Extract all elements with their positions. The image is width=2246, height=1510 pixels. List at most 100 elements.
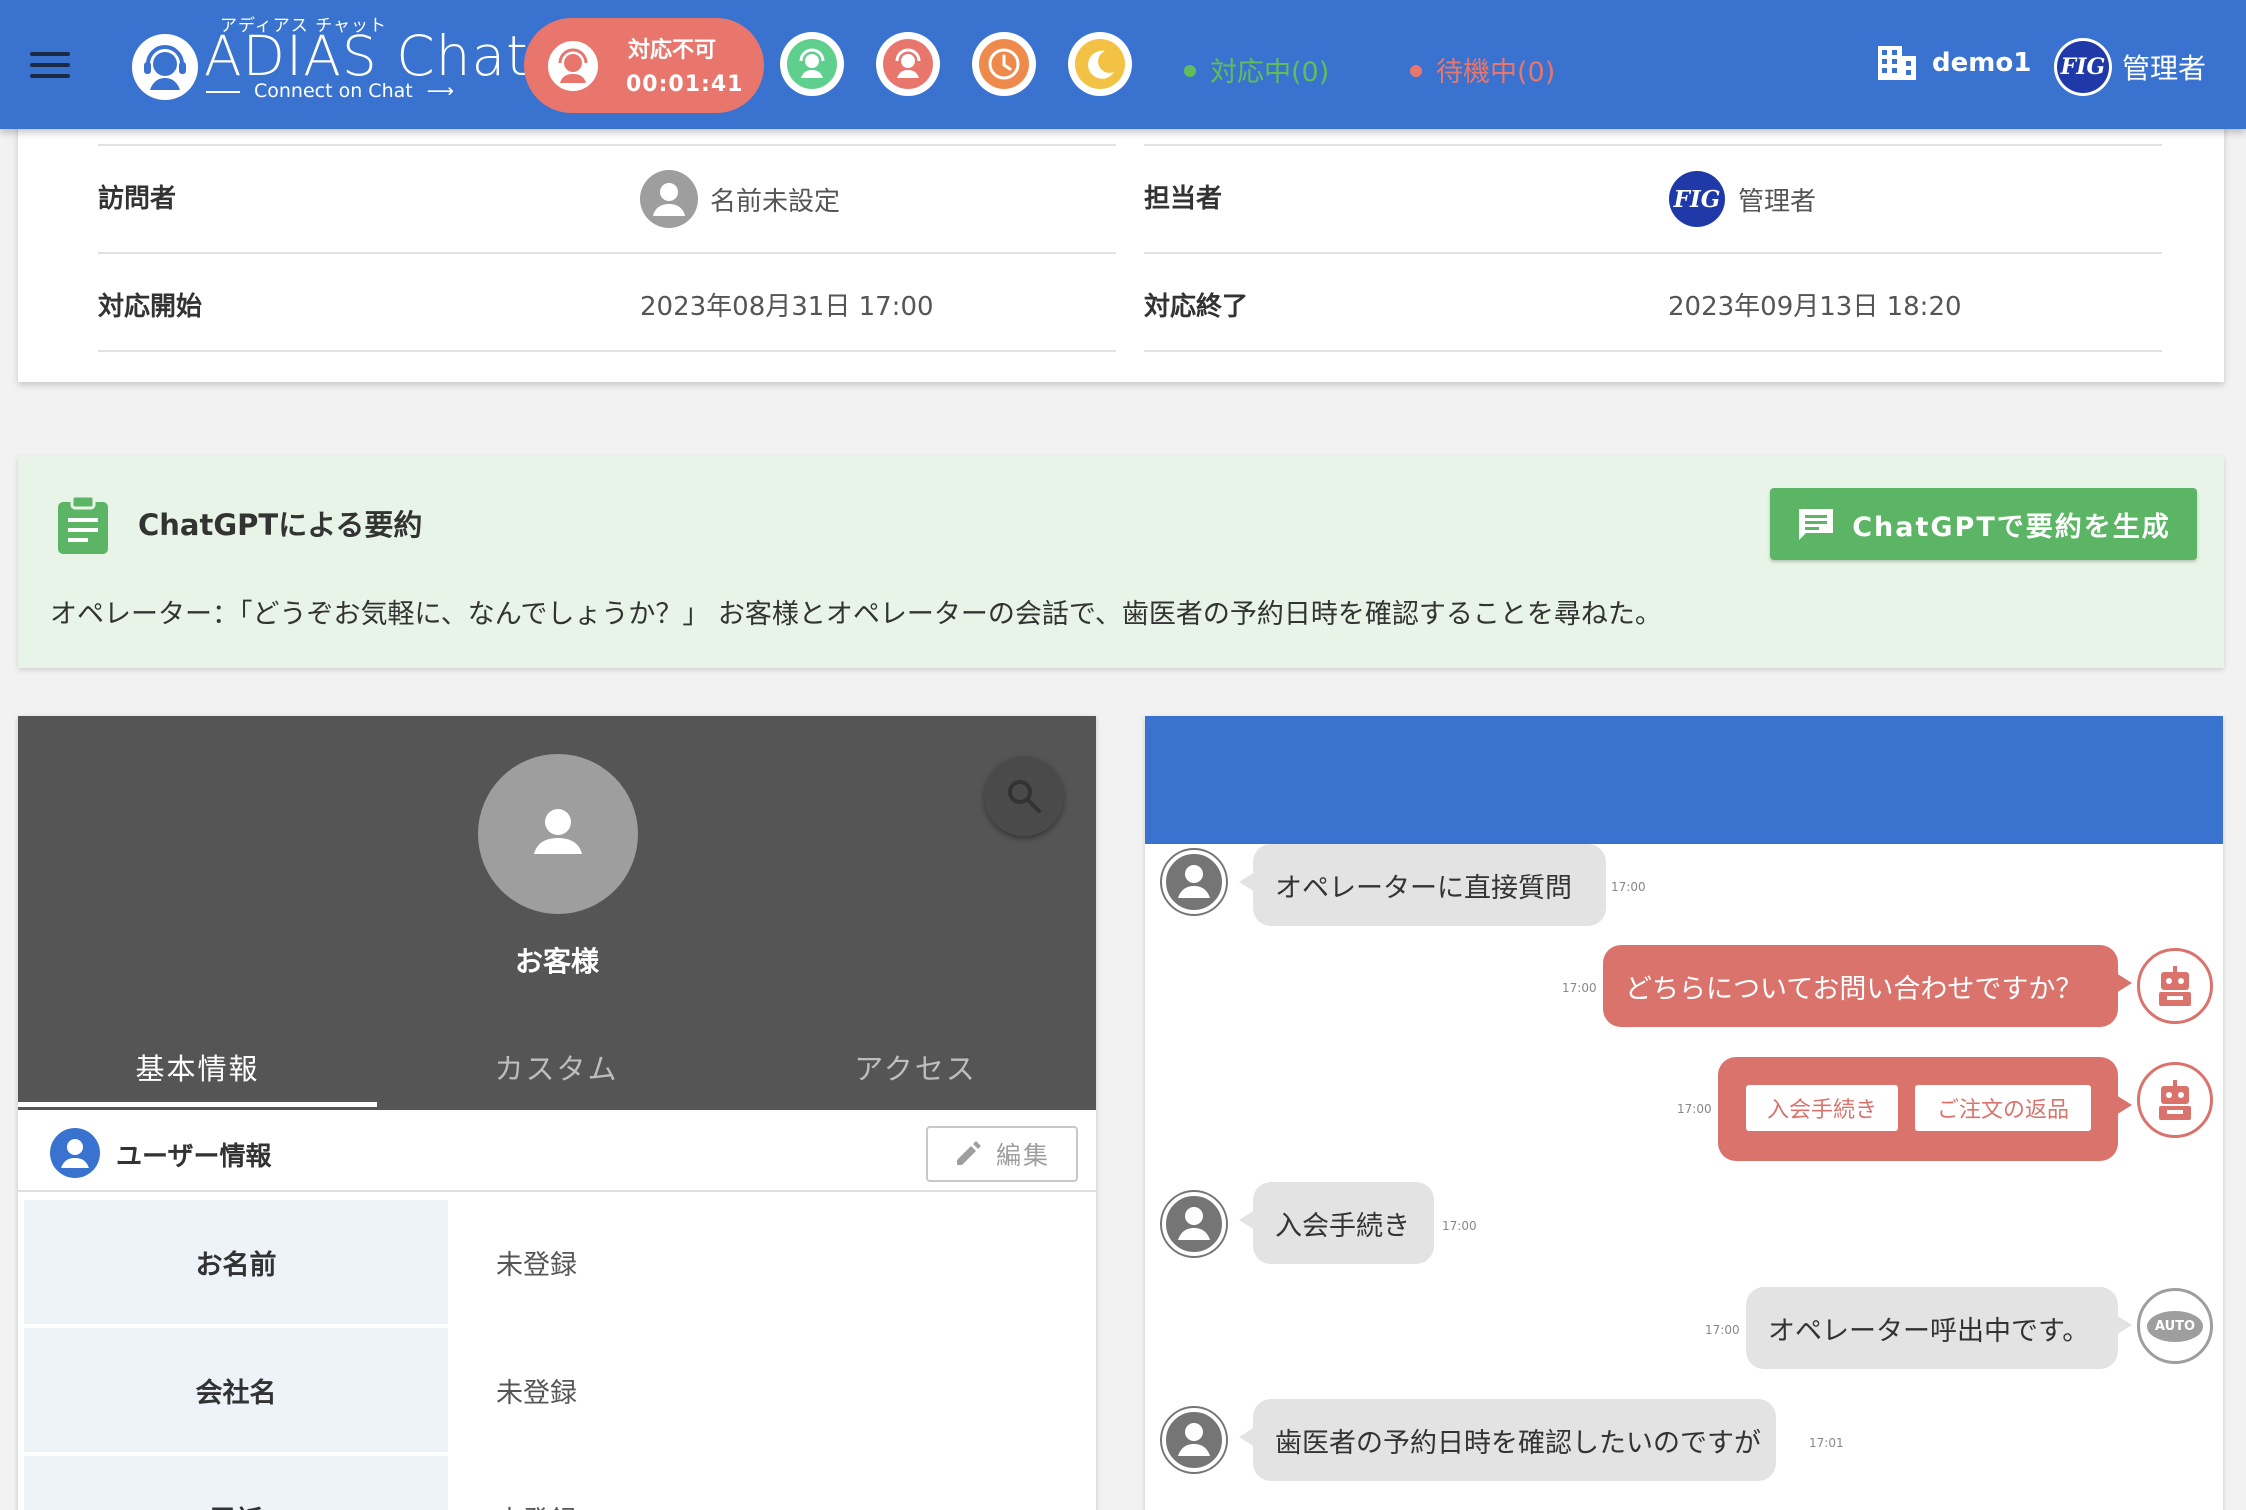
robot-icon: [2137, 948, 2213, 1024]
visitor-name: 名前未設定: [710, 186, 841, 217]
waiting-count-label: 待機中(0): [1436, 57, 1556, 88]
waiting-count[interactable]: 待機中(0): [1410, 50, 1555, 89]
customer-avatar-icon: [1160, 1406, 1228, 1474]
user-info-title: ユーザー情報: [116, 1142, 272, 1172]
arrow-right-icon: ⟶: [426, 80, 454, 102]
status-toggle-button[interactable]: 対応不可 00:01:41: [524, 18, 764, 113]
generate-summary-label: ChatGPTで要約を生成: [1852, 511, 2171, 543]
building-icon: [1878, 46, 1916, 80]
active-count-label: 対応中(0): [1210, 57, 1330, 88]
chat-message: オペレーター呼出中です。: [1746, 1287, 2132, 1369]
search-icon: [1008, 780, 1041, 813]
operator-unavailable-icon: [544, 37, 602, 95]
status-timer: 00:01:41: [626, 72, 744, 97]
logo-tagline-text: Connect on Chat: [254, 80, 413, 102]
visitor-avatar-icon: [640, 170, 698, 228]
visitor-label: 訪問者: [98, 184, 177, 214]
generate-summary-button[interactable]: ChatGPTで要約を生成: [1770, 488, 2197, 560]
status-dot-icon: [1410, 64, 1422, 77]
field-label: 電話: [24, 1456, 448, 1510]
clipboard-icon: [58, 494, 108, 554]
tab-access[interactable]: アクセス: [736, 1046, 1095, 1088]
auto-reply-icon: AUTO: [2137, 1288, 2213, 1364]
assignee-avatar: FIG: [1668, 170, 1726, 228]
customer-panel: お客様 基本情報 カスタム アクセス ユーザー情報 編集 お名前 未登録 会社名…: [18, 716, 1096, 1510]
chat-message: どちらについてお問い合わせですか？: [1603, 945, 2132, 1027]
field-label: 会社名: [24, 1328, 448, 1452]
logo-title: ADIAS Chat: [204, 24, 529, 88]
tab-custom[interactable]: カスタム: [377, 1046, 736, 1088]
message-time: 17:00: [1677, 1102, 1712, 1116]
customer-search-button[interactable]: [984, 756, 1064, 836]
message-time: 17:00: [1611, 880, 1646, 894]
field-row-company: 会社名 未登録: [24, 1328, 1090, 1452]
message-time: 17:00: [1705, 1323, 1740, 1337]
operator-available-icon: [787, 39, 837, 89]
tenant-name: demo1: [1932, 48, 2032, 78]
visitor-value: 名前未設定: [640, 170, 840, 228]
active-tab-indicator: [18, 1102, 377, 1107]
customer-name: お客様: [514, 945, 599, 978]
chat-message: オペレーターに直接質問: [1239, 844, 1606, 926]
set-unavailable-button[interactable]: [876, 32, 940, 96]
moon-icon: [1075, 39, 1125, 89]
logo-tagline: Connect on Chat ⟶: [206, 80, 454, 102]
start-row: 対応開始 2023年08月31日 17:00: [98, 256, 1116, 352]
status-label: 対応不可: [628, 38, 717, 63]
summary-title: ChatGPTによる要約: [138, 508, 423, 542]
customer-avatar-icon: [1160, 848, 1228, 916]
start-label: 対応開始: [98, 292, 203, 322]
field-value: 未登録: [496, 1249, 577, 1281]
account-circle-icon: [50, 1128, 100, 1178]
set-available-button[interactable]: [780, 32, 844, 96]
tab-basic-info[interactable]: 基本情報: [18, 1046, 377, 1088]
choice-message: 入会手続き ご注文の返品: [1718, 1057, 2132, 1161]
set-away-button[interactable]: [972, 32, 1036, 96]
tenant-selector[interactable]: demo1: [1876, 44, 2031, 82]
status-dot-icon: [1184, 64, 1196, 77]
message-time: 17:01: [1809, 1436, 1844, 1450]
visitor-row: 訪問者 名前未設定: [98, 144, 1116, 254]
chat-panel: オペレーターに直接質問 17:00 17:00 どちらについてお問い合わせですか…: [1145, 716, 2223, 1510]
chat-header: [1145, 716, 2223, 844]
message-time: 17:00: [1442, 1219, 1477, 1233]
clock-icon: [979, 39, 1029, 89]
field-row-phone: 電話 未登録: [24, 1456, 1090, 1510]
assignee-row: 担当者 FIG 管理者: [1144, 144, 2162, 254]
auto-label: AUTO: [2146, 1310, 2204, 1342]
robot-icon: [2137, 1062, 2213, 1138]
choice-button[interactable]: ご注文の返品: [1915, 1085, 2091, 1131]
start-value: 2023年08月31日 17:00: [640, 292, 934, 322]
user-avatar: FIG: [2054, 38, 2112, 96]
assignee-label: 担当者: [1144, 184, 1223, 214]
operator-unavailable-icon: [883, 39, 933, 89]
pencil-icon: [956, 1141, 981, 1165]
user-menu[interactable]: FIG 管理者: [2054, 38, 2206, 96]
end-label: 対応終了: [1144, 292, 1249, 322]
set-offline-button[interactable]: [1068, 32, 1132, 96]
chat-message: 歯医者の予約日時を確認したいのですが: [1239, 1399, 1776, 1481]
choice-button[interactable]: 入会手続き: [1746, 1085, 1898, 1131]
top-app-bar: アディアス チャット ADIAS Chat Connect on Chat ⟶ 対…: [0, 0, 2246, 129]
message-time: 17:00: [1562, 981, 1597, 995]
chat-message: 入会手続き: [1239, 1182, 1434, 1264]
end-value: 2023年09月13日 18:20: [1668, 292, 1962, 322]
logo-operator-icon: [132, 34, 198, 100]
field-value: 未登録: [496, 1456, 577, 1510]
customer-header: お客様 基本情報 カスタム アクセス: [18, 716, 1096, 1110]
end-row: 対応終了 2023年09月13日 18:20: [1144, 256, 2162, 352]
field-row-name: お名前 未登録: [24, 1200, 1090, 1324]
active-count[interactable]: 対応中(0): [1184, 50, 1329, 89]
edit-label: 編集: [995, 1141, 1050, 1170]
hamburger-icon[interactable]: [30, 52, 70, 78]
field-value: 未登録: [496, 1377, 577, 1409]
chat-bubble-icon: [1799, 509, 1834, 540]
user-name: 管理者: [2122, 52, 2207, 85]
edit-button[interactable]: 編集: [926, 1126, 1078, 1182]
customer-avatar-icon: [478, 754, 638, 914]
customer-avatar-icon: [1160, 1190, 1228, 1258]
summary-text: オペレーター：「どうぞお気軽に、なんでしょうか？」 お客様とオペレーターの会話で…: [50, 599, 1662, 630]
field-label: お名前: [24, 1200, 448, 1324]
conversation-info-card: 訪問者 名前未設定 担当者 FIG 管理者 対応開始 2023年08月31日 1…: [18, 100, 2224, 382]
chatgpt-summary-card: ChatGPTによる要約 ChatGPTで要約を生成 オペレーター：「どうぞお気…: [18, 456, 2224, 668]
